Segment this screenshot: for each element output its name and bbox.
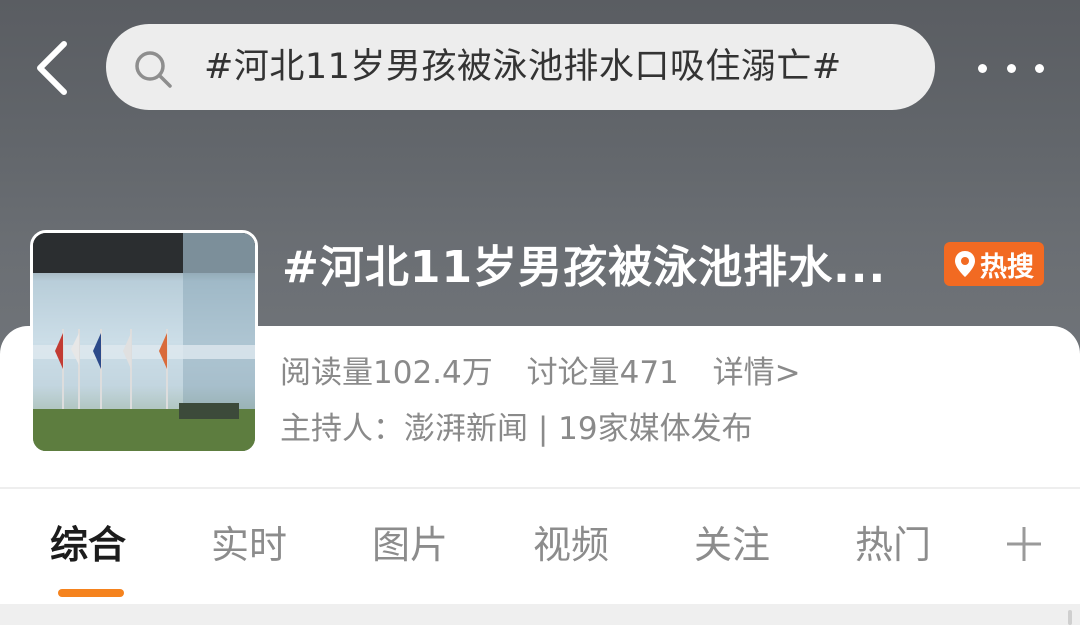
host-info: 主持人：澎湃新闻 | 19家媒体发布 bbox=[280, 411, 753, 447]
back-arrow-icon bbox=[37, 41, 67, 95]
active-tab-indicator bbox=[58, 589, 124, 597]
tab-bar: 综合 实时 图片 视频 关注 热门 bbox=[0, 505, 1080, 597]
tab-following[interactable]: 关注 bbox=[694, 505, 770, 585]
topic-thumbnail[interactable] bbox=[30, 230, 258, 454]
topic-stats: 阅读量102.4万 讨论量471 详情> bbox=[280, 350, 825, 396]
more-icon-dot bbox=[1035, 63, 1044, 73]
hot-badge-label: 热搜 bbox=[980, 251, 1034, 283]
search-bar[interactable]: #河北11岁男孩被泳池排水口吸住溺亡# bbox=[106, 24, 935, 110]
tab-realtime[interactable]: 实时 bbox=[211, 505, 287, 585]
thumbnail-image bbox=[33, 233, 255, 451]
hot-search-badge[interactable]: 热搜 bbox=[944, 242, 1044, 286]
more-icon-dot bbox=[1006, 63, 1016, 73]
details-link[interactable]: 详情> bbox=[713, 355, 801, 391]
search-icon bbox=[135, 51, 172, 88]
more-options-button[interactable] bbox=[978, 48, 1044, 88]
topic-title: #河北11岁男孩被泳池排水... bbox=[282, 242, 887, 293]
search-query-text: #河北11岁男孩被泳池排水口吸住溺亡# bbox=[204, 47, 842, 87]
content-area-top bbox=[0, 604, 1080, 625]
plus-icon[interactable] bbox=[1004, 519, 1044, 569]
tab-videos[interactable]: 视频 bbox=[533, 505, 609, 585]
read-count: 阅读量102.4万 bbox=[280, 355, 493, 391]
back-button[interactable] bbox=[28, 38, 76, 98]
more-icon bbox=[978, 63, 987, 73]
location-pin-icon bbox=[955, 251, 975, 277]
tab-popular[interactable]: 热门 bbox=[855, 505, 931, 585]
scrollbar[interactable] bbox=[1068, 610, 1072, 625]
discuss-count: 讨论量471 bbox=[526, 355, 679, 391]
tab-images[interactable]: 图片 bbox=[372, 505, 448, 585]
tab-comprehensive[interactable]: 综合 bbox=[50, 505, 126, 585]
divider bbox=[0, 487, 1080, 489]
